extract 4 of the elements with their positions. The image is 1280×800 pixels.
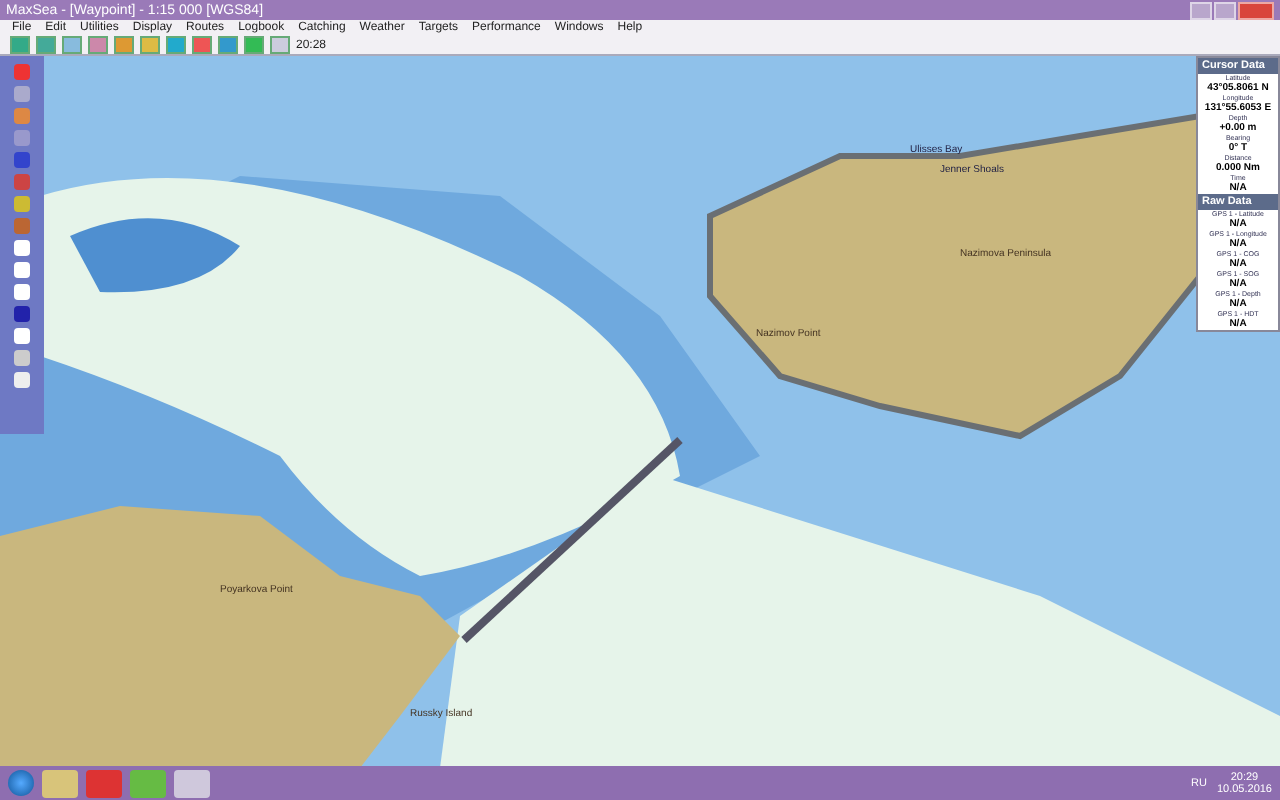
start-button[interactable] <box>8 770 34 796</box>
close-button[interactable] <box>1238 1 1274 19</box>
maximize-button[interactable] <box>1214 1 1236 19</box>
minimize-button[interactable] <box>1190 1 1212 19</box>
